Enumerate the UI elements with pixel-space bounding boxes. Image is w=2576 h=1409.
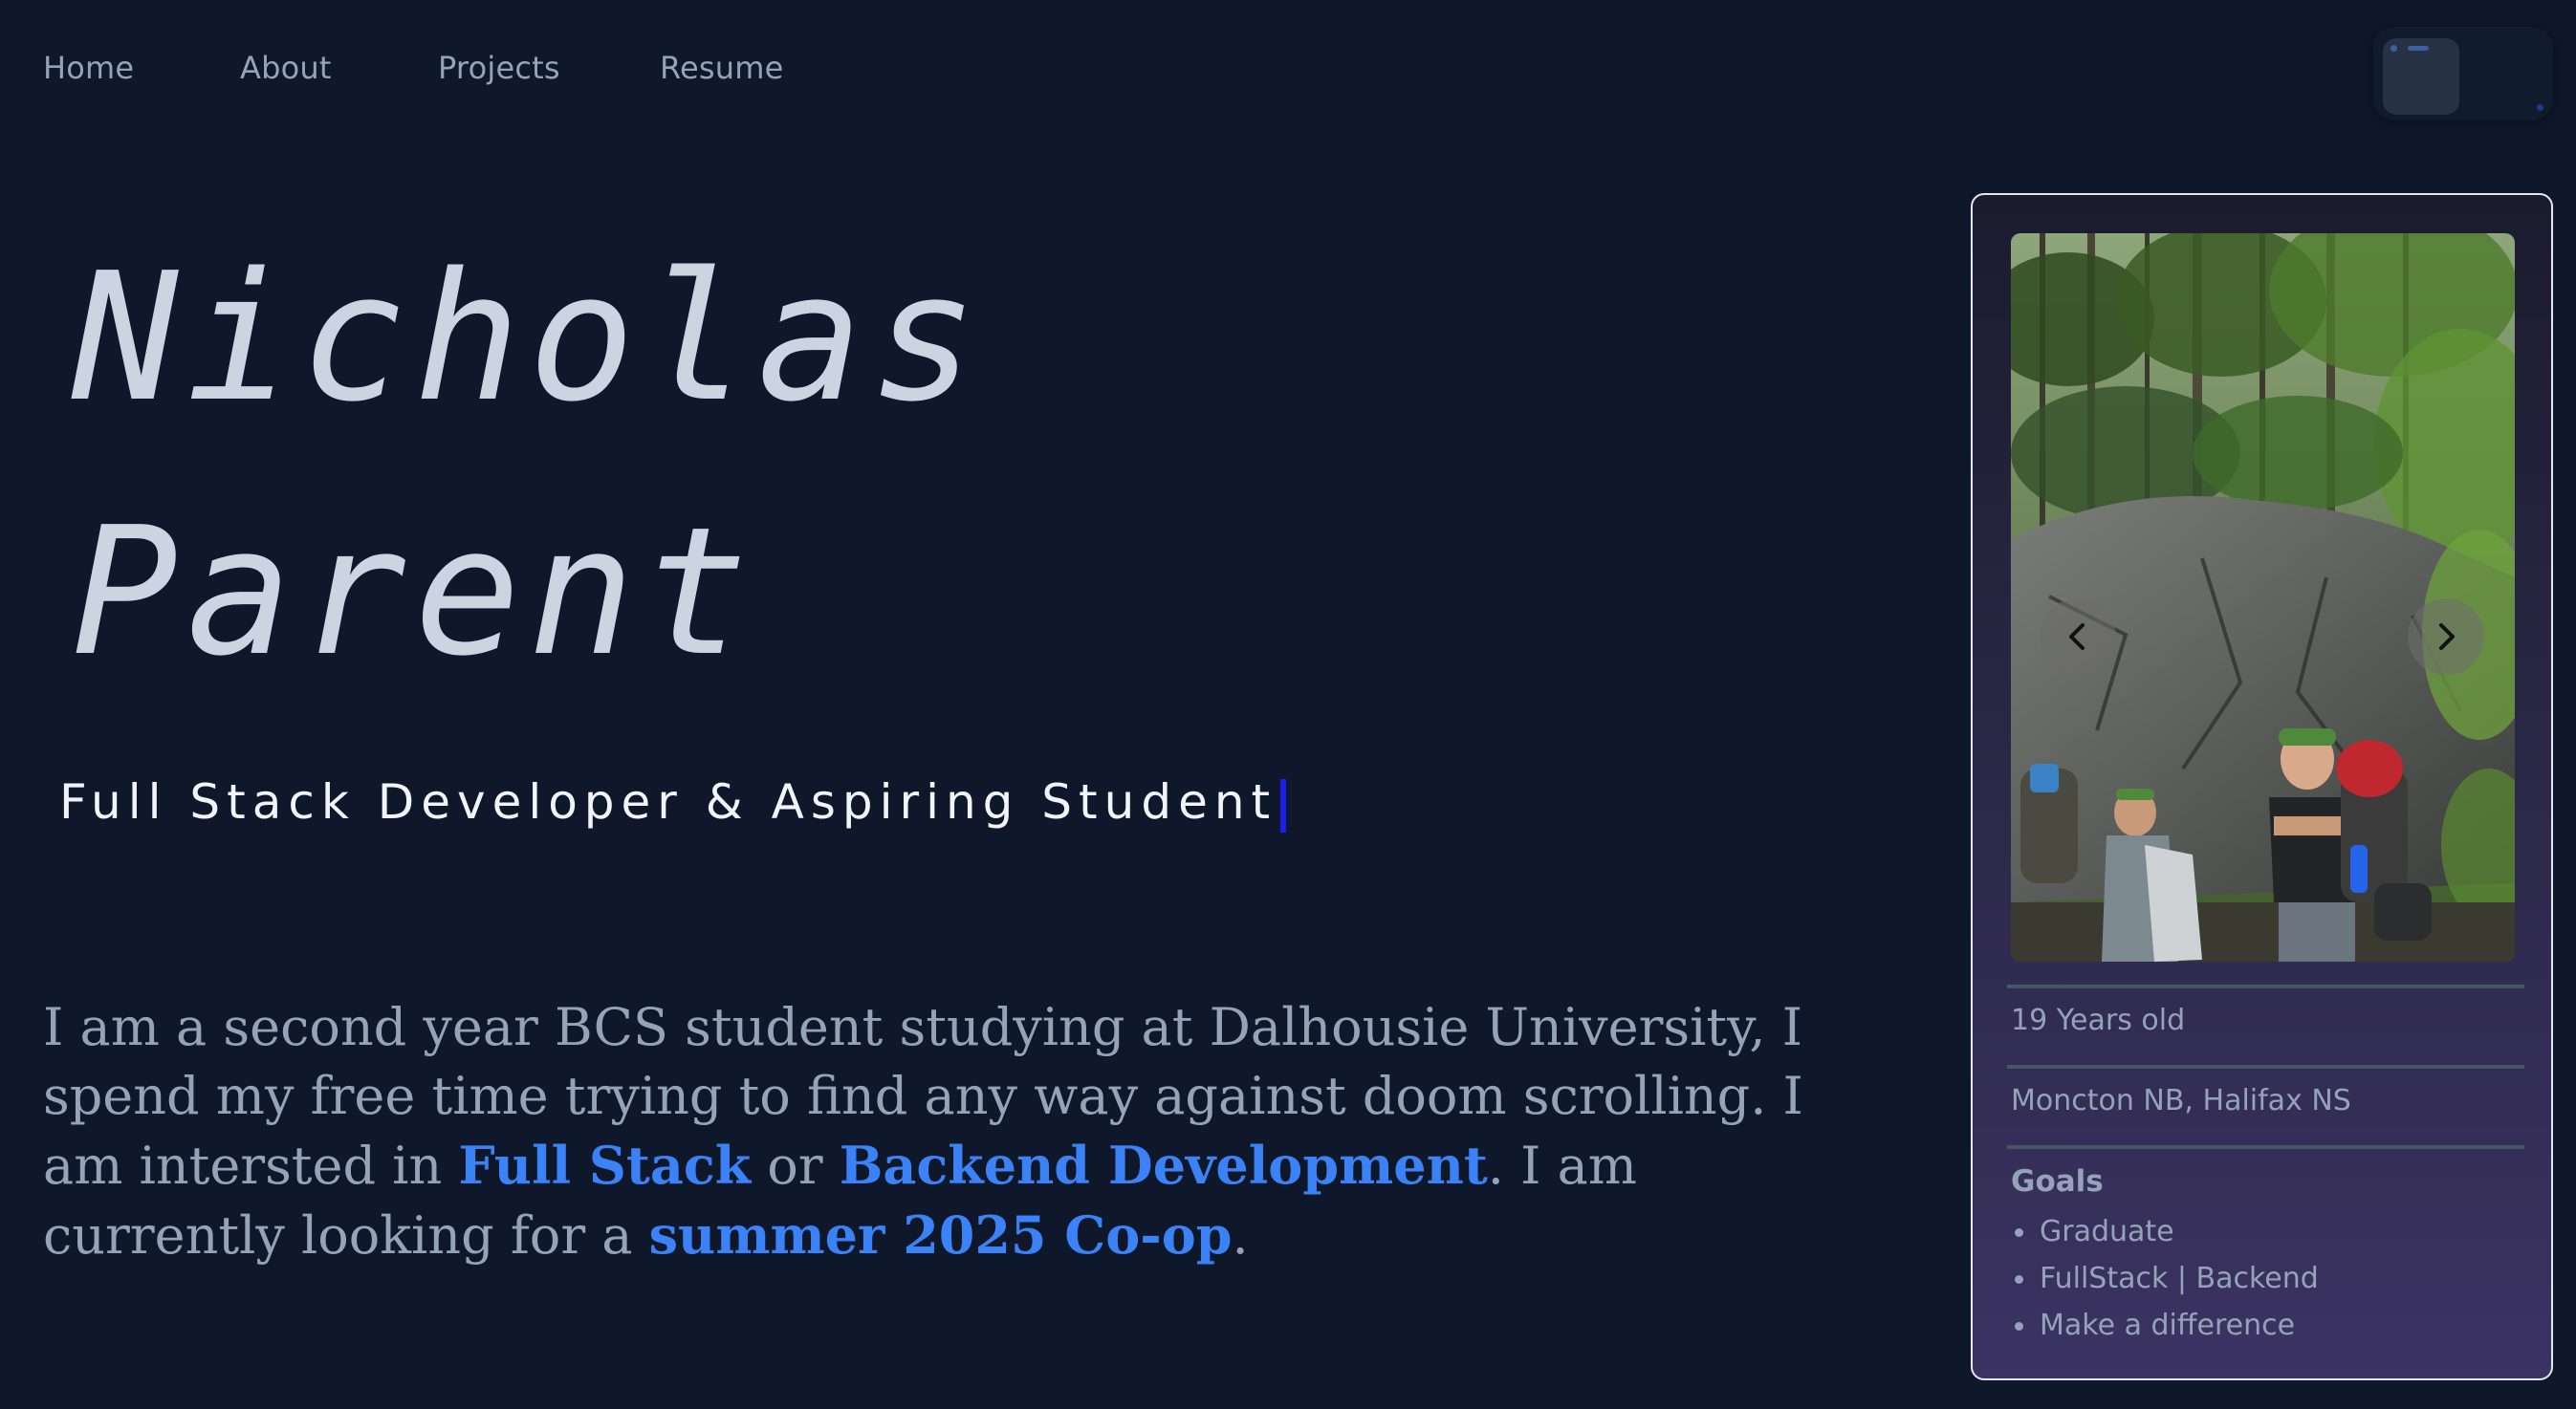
bio-text-2: or (751, 1136, 840, 1196)
theme-toggle-knob (2383, 38, 2459, 115)
bio-highlight-fullstack: Full Stack (458, 1135, 752, 1196)
goal-item: Make a difference (2011, 1302, 2319, 1349)
profile-age: 19 Years old (2011, 1004, 2186, 1037)
chevron-left-icon (2069, 623, 2085, 650)
profile-location: Moncton NB, Halifax NS (2011, 1084, 2351, 1117)
top-navigation: Home About Projects Resume (0, 0, 956, 139)
hero-subtitle: Full Stack Developer & Aspiring Student (59, 774, 1277, 830)
theme-toggle[interactable] (2373, 27, 2553, 120)
hero-name: Nicholas Parent (72, 210, 985, 719)
chevron-right-icon (2439, 623, 2455, 650)
bio-paragraph: I am a second year BCS student studying … (43, 993, 1860, 1270)
card-divider (2007, 985, 2524, 988)
hero-subtitle-wrap: Full Stack Developer & Aspiring Student (59, 774, 1287, 833)
profile-photo (2011, 233, 2515, 962)
goals-list: Graduate FullStack | Backend Make a diff… (2011, 1208, 2319, 1349)
toggle-bar-icon (2408, 46, 2429, 51)
bio-highlight-coop: summer 2025 Co-op (648, 1204, 1233, 1266)
goals-title: Goals (2011, 1164, 2104, 1199)
nav-link-home[interactable]: Home (43, 50, 134, 86)
bio-text-4: . (1232, 1205, 1249, 1266)
carousel-next-button[interactable] (2408, 598, 2484, 675)
nav-link-about[interactable]: About (240, 50, 332, 86)
carousel-prev-button[interactable] (2040, 598, 2116, 675)
profile-card: 19 Years old Moncton NB, Halifax NS Goal… (1971, 193, 2553, 1380)
toggle-dot-icon (2390, 45, 2397, 52)
goal-item: FullStack | Backend (2011, 1255, 2319, 1302)
photo-carousel (2011, 233, 2515, 962)
toggle-indicator-icon (2537, 104, 2543, 111)
bio-highlight-backend: Backend Development (839, 1135, 1488, 1196)
goal-item: Graduate (2011, 1208, 2319, 1255)
typing-cursor (1280, 778, 1287, 833)
card-divider (2007, 1145, 2524, 1149)
nav-link-projects[interactable]: Projects (438, 50, 560, 86)
hero-last-name: Parent (72, 488, 757, 695)
card-divider (2007, 1065, 2524, 1069)
nav-link-resume[interactable]: Resume (660, 50, 784, 86)
hero-first-name: Nicholas (72, 234, 986, 441)
